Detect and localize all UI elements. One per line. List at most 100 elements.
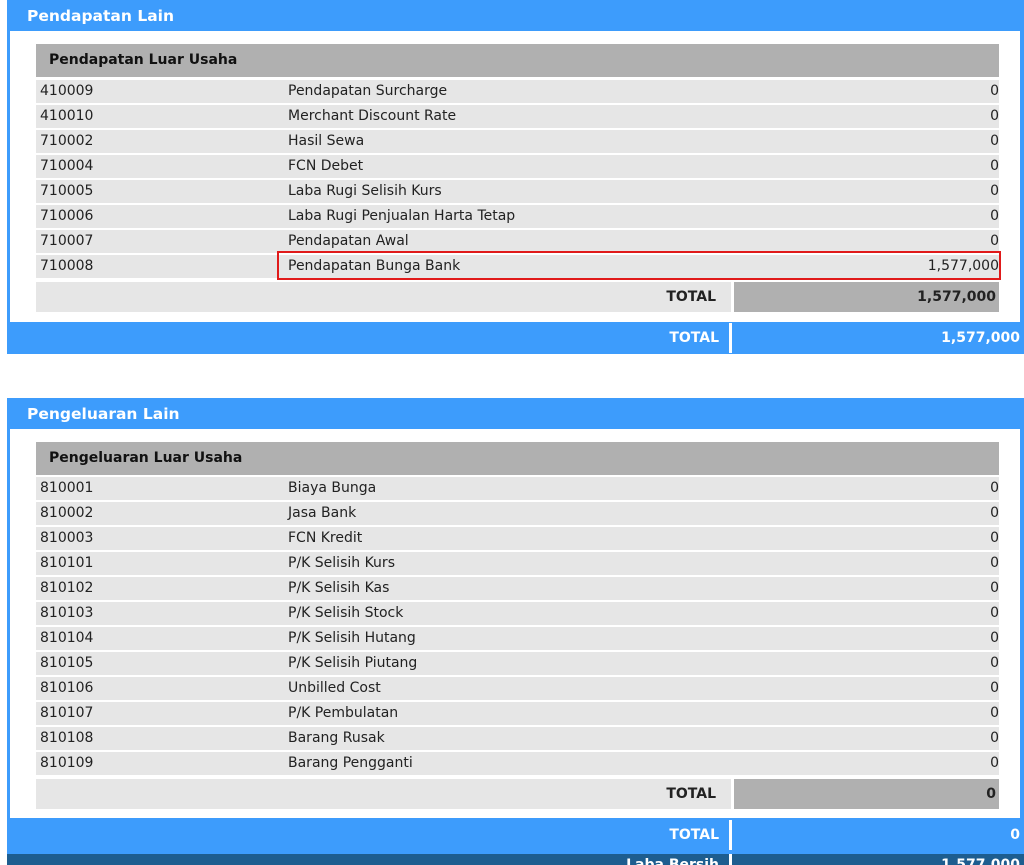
account-amount: 0 [990, 133, 999, 149]
account-code: 810103 [40, 605, 94, 621]
table-row: 810108 Barang Rusak 0 [36, 727, 999, 752]
expense-section-total-value: 0 [734, 779, 999, 809]
table-row: 810109 Barang Pengganti 0 [36, 752, 999, 777]
account-amount: 0 [990, 233, 999, 249]
net-profit-bar: Laba Bersih 1,577,000 [7, 854, 1024, 865]
account-name: Pendapatan Awal [288, 233, 409, 249]
account-amount: 0 [990, 630, 999, 646]
income-section-total: TOTAL 1,577,000 [36, 282, 999, 312]
table-row: 810104 P/K Selisih Hutang 0 [36, 627, 999, 652]
account-amount: 0 [990, 555, 999, 571]
account-amount: 0 [990, 705, 999, 721]
table-row: 710002 Hasil Sewa 0 [36, 130, 999, 155]
table-row: 810105 P/K Selisih Piutang 0 [36, 652, 999, 677]
table-row: 810002 Jasa Bank 0 [36, 502, 999, 527]
account-name: Barang Pengganti [288, 755, 413, 771]
expense-panel-body: Pengeluaran Luar Usaha 810001 Biaya Bunga… [10, 429, 1020, 818]
table-row: 710005 Laba Rugi Selisih Kurs 0 [36, 180, 999, 205]
account-code: 810102 [40, 580, 94, 596]
table-row: 710004 FCN Debet 0 [36, 155, 999, 180]
account-name: P/K Selisih Kas [288, 580, 390, 596]
expense-section-total: TOTAL 0 [36, 779, 999, 809]
table-row: 810101 P/K Selisih Kurs 0 [36, 552, 999, 577]
account-amount: 0 [990, 755, 999, 771]
account-amount: 0 [990, 580, 999, 596]
account-name: Pendapatan Bunga Bank [288, 258, 461, 274]
table-row: 810106 Unbilled Cost 0 [36, 677, 999, 702]
account-amount: 0 [990, 208, 999, 224]
account-code: 710007 [40, 233, 94, 249]
account-code: 410009 [40, 83, 94, 99]
table-row: 710007 Pendapatan Awal 0 [36, 230, 999, 255]
account-name: Jasa Bank [288, 505, 357, 521]
account-code: 810106 [40, 680, 94, 696]
income-grand-total-label: TOTAL [669, 330, 719, 346]
income-section-total-value: 1,577,000 [734, 282, 999, 312]
account-amount: 0 [990, 158, 999, 174]
account-code: 710004 [40, 158, 94, 174]
expense-section-header: Pengeluaran Luar Usaha [36, 442, 999, 475]
expense-section-total-label: TOTAL [36, 779, 731, 809]
table-row: 710008 Pendapatan Bunga Bank 1,577,000 [36, 255, 999, 280]
account-name: Pendapatan Surcharge [288, 83, 448, 99]
table-row: 810103 P/K Selisih Stock 0 [36, 602, 999, 627]
account-amount: 0 [990, 680, 999, 696]
account-name: P/K Selisih Hutang [288, 630, 416, 646]
account-amount: 0 [990, 530, 999, 546]
expense-grand-total-value: 0 [1010, 827, 1020, 843]
net-profit-label: Laba Bersih [626, 857, 719, 865]
income-section-total-label: TOTAL [36, 282, 731, 312]
account-amount: 0 [990, 480, 999, 496]
account-name: Hasil Sewa [288, 133, 365, 149]
account-code: 710002 [40, 133, 94, 149]
account-name: Laba Rugi Penjualan Harta Tetap [288, 208, 516, 224]
account-code: 810104 [40, 630, 94, 646]
account-name: P/K Pembulatan [288, 705, 399, 721]
account-name: Biaya Bunga [288, 480, 377, 496]
income-grand-total: TOTAL 1,577,000 [7, 323, 1024, 353]
account-amount: 1,577,000 [927, 258, 999, 274]
table-row: 810001 Biaya Bunga 0 [36, 477, 999, 502]
account-code: 810001 [40, 480, 94, 496]
table-row: 810102 P/K Selisih Kas 0 [36, 577, 999, 602]
account-code: 410010 [40, 108, 94, 124]
table-row: 810003 FCN Kredit 0 [36, 527, 999, 552]
account-name: FCN Debet [288, 158, 364, 174]
table-row: 410010 Merchant Discount Rate 0 [36, 105, 999, 130]
income-panel: Pendapatan Lain Pendapatan Luar Usaha 41… [7, 0, 1024, 354]
account-amount: 0 [990, 83, 999, 99]
account-amount: 0 [990, 183, 999, 199]
expense-panel-title: Pengeluaran Lain [27, 405, 180, 423]
income-section-header: Pendapatan Luar Usaha [36, 44, 999, 77]
account-amount: 0 [990, 108, 999, 124]
account-amount: 0 [990, 605, 999, 621]
account-code: 810107 [40, 705, 94, 721]
account-name: P/K Selisih Piutang [288, 655, 418, 671]
account-name: P/K Selisih Stock [288, 605, 404, 621]
table-row: 410009 Pendapatan Surcharge 0 [36, 80, 999, 105]
account-code: 810003 [40, 530, 94, 546]
income-panel-body: Pendapatan Luar Usaha 410009 Pendapatan S… [10, 31, 1020, 322]
account-code: 810105 [40, 655, 94, 671]
account-name: Barang Rusak [288, 730, 385, 746]
account-code: 810109 [40, 755, 94, 771]
expense-grand-total-label: TOTAL [669, 827, 719, 843]
income-grand-total-value: 1,577,000 [941, 330, 1020, 346]
account-code: 710005 [40, 183, 94, 199]
account-amount: 0 [990, 505, 999, 521]
account-name: P/K Selisih Kurs [288, 555, 395, 571]
expense-panel: Pengeluaran Lain Pengeluaran Luar Usaha … [7, 398, 1024, 865]
account-name: Merchant Discount Rate [288, 108, 457, 124]
table-row: 710006 Laba Rugi Penjualan Harta Tetap 0 [36, 205, 999, 230]
account-code: 810101 [40, 555, 94, 571]
table-row: 810107 P/K Pembulatan 0 [36, 702, 999, 727]
account-code: 710006 [40, 208, 94, 224]
account-amount: 0 [990, 730, 999, 746]
account-code: 810108 [40, 730, 94, 746]
account-name: Laba Rugi Selisih Kurs [288, 183, 442, 199]
account-code: 810002 [40, 505, 94, 521]
account-amount: 0 [990, 655, 999, 671]
account-name: FCN Kredit [288, 530, 363, 546]
income-panel-title: Pendapatan Lain [27, 7, 175, 25]
net-profit-value: 1,577,000 [941, 857, 1020, 865]
